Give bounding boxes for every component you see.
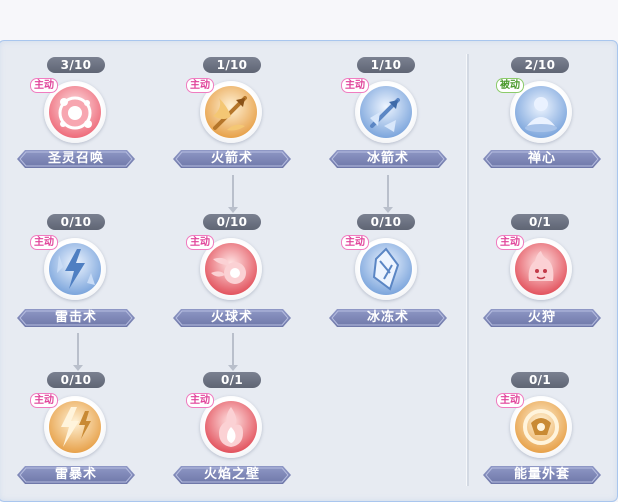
skill-name: 能量外套 [513,467,570,482]
fireball-icon [205,243,257,295]
column-divider [466,54,469,486]
skill-name: 冰箭术 [366,151,409,166]
level-badge: 2/10 [511,57,569,73]
skill-name: 火狩 [527,310,556,325]
active-tag: 主动 [341,235,369,250]
skill-name: 冰冻术 [366,310,409,325]
active-tag: 主动 [30,393,58,408]
prereq-arrow [228,175,238,213]
skill-name: 雷暴术 [54,467,97,482]
skill-name: 火焰之壁 [203,467,260,482]
level-badge: 0/1 [203,372,261,388]
level-badge: 1/10 [357,57,415,73]
level-badge: 0/1 [511,372,569,388]
passive-tag: 被动 [496,78,524,93]
active-tag: 主动 [186,78,214,93]
prereq-arrow [383,175,393,213]
skill-name-plate: 火箭术 [173,148,291,170]
skill-name-plate: 圣灵召唤 [17,148,135,170]
active-tag: 主动 [186,393,214,408]
skill-name-plate: 能量外套 [483,464,601,486]
meditation-icon [515,86,567,138]
fire-wall-icon [205,401,257,453]
level-badge: 0/10 [203,214,261,230]
active-tag: 主动 [496,393,524,408]
level-badge: 1/10 [203,57,261,73]
skill-name: 火箭术 [210,151,253,166]
skill-name: 雷击术 [54,310,97,325]
skill-name-plate: 火球术 [173,307,291,329]
skill-name-plate: 冰冻术 [329,307,447,329]
skill-name-plate: 雷击术 [17,307,135,329]
active-tag: 主动 [30,78,58,93]
level-badge: 0/10 [47,214,105,230]
skill-name: 火球术 [210,310,253,325]
level-badge: 3/10 [47,57,105,73]
top-bar [0,0,618,40]
thunderstorm-icon [49,401,101,453]
active-tag: 主动 [30,235,58,250]
skill-name: 禅心 [527,151,556,166]
fire-beast-icon [515,243,567,295]
skill-name-plate: 冰箭术 [329,148,447,170]
ice-arrow-icon [360,86,412,138]
active-tag: 主动 [186,235,214,250]
ice-crystal-icon [360,243,412,295]
level-badge: 0/10 [357,214,415,230]
lightning-icon [49,243,101,295]
skill-name: 圣灵召唤 [47,151,104,166]
level-badge: 0/10 [47,372,105,388]
active-tag: 主动 [341,78,369,93]
level-badge: 0/1 [511,214,569,230]
skill-name-plate: 禅心 [483,148,601,170]
energy-coat-icon [515,401,567,453]
active-tag: 主动 [496,235,524,250]
fire-arrow-icon [205,86,257,138]
prereq-arrow [228,333,238,371]
skill-name-plate: 雷暴术 [17,464,135,486]
summon-orb-icon [49,86,101,138]
skill-name-plate: 火焰之壁 [173,464,291,486]
skill-name-plate: 火狩 [483,307,601,329]
prereq-arrow [73,333,83,371]
